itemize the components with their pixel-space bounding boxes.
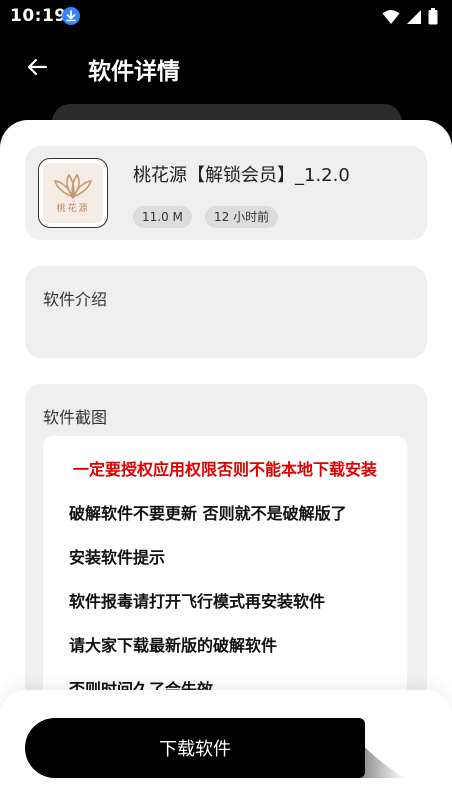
screenshot-line: 一定要授权应用权限否则不能本地下载安装 <box>72 460 377 479</box>
status-bar: 10:19 <box>0 0 452 34</box>
back-button[interactable] <box>16 48 58 90</box>
back-arrow-icon <box>25 55 49 83</box>
screenshot-line: 破解软件不要更新 否则就不是破解版了 <box>69 504 347 523</box>
app-bar: 软件详情 <box>0 34 452 104</box>
status-time: 10:19 <box>10 6 67 26</box>
screenshot-line: 请大家下载最新版的破解软件 <box>69 636 278 655</box>
app-name: 桃花源【解锁会员】_1.2.0 <box>133 165 350 186</box>
download-button[interactable]: 下载软件 <box>25 718 365 778</box>
screenshot-line: 安装软件提示 <box>69 548 166 567</box>
app-logo: 桃花源 <box>43 163 103 223</box>
wifi-icon <box>382 9 400 29</box>
screenshots-title: 软件截图 <box>43 408 108 427</box>
app-updated-badge: 12 小时前 <box>205 206 279 228</box>
app-logo-text: 桃花源 <box>56 203 90 214</box>
intro-card: 软件介绍 <box>25 266 427 358</box>
download-notification-icon <box>62 7 80 25</box>
battery-icon <box>428 8 438 29</box>
page-title: 软件详情 <box>88 59 180 85</box>
intro-title: 软件介绍 <box>43 290 108 309</box>
bottom-panel: 下载软件 <box>0 690 452 804</box>
screenshot-line: 软件报毒请打开飞行模式再安装软件 <box>69 592 326 611</box>
download-button-label: 下载软件 <box>159 739 231 760</box>
app-icon: 桃花源 <box>38 158 108 228</box>
app-info-card: 桃花源 桃花源【解锁会员】_1.2.0 11.0 M 12 小时前 <box>25 146 427 240</box>
app-size-badge: 11.0 M <box>133 206 192 228</box>
signal-icon <box>406 9 422 29</box>
